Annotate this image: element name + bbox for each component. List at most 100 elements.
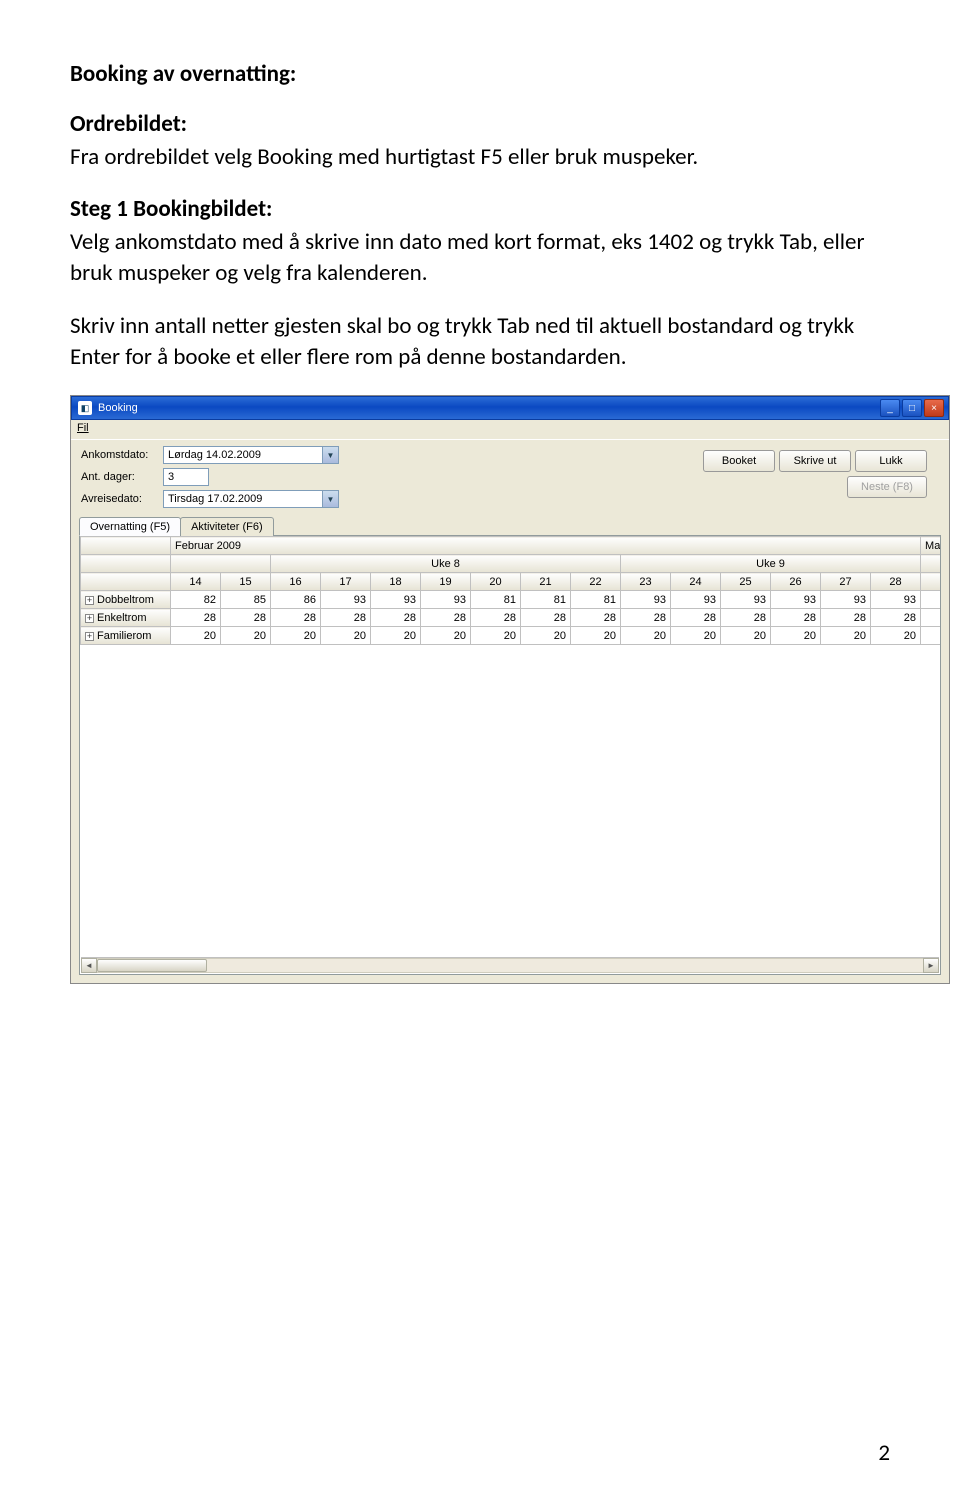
grid-cell[interactable]: 28 <box>221 609 271 627</box>
table-row[interactable]: +Familierom 20 20 20 20 20 20 20 20 20 2… <box>81 627 941 645</box>
grid-edge-day <box>921 573 940 591</box>
grid-day-col[interactable]: 28 <box>871 573 921 591</box>
grid-cell[interactable]: 28 <box>821 609 871 627</box>
grid-cell[interactable]: 28 <box>271 609 321 627</box>
grid-cell[interactable]: 28 <box>671 609 721 627</box>
grid-day-col[interactable]: 18 <box>371 573 421 591</box>
grid-cell[interactable]: 85 <box>221 591 271 609</box>
expand-icon[interactable]: + <box>85 632 94 641</box>
grid-cell[interactable]: 28 <box>521 609 571 627</box>
grid-cell[interactable]: 20 <box>621 627 671 645</box>
expand-icon[interactable]: + <box>85 614 94 623</box>
grid-cell[interactable]: 28 <box>721 609 771 627</box>
grid-cell[interactable]: 20 <box>571 627 621 645</box>
grid-cell[interactable]: 81 <box>521 591 571 609</box>
grid-cell[interactable]: 28 <box>321 609 371 627</box>
expand-icon[interactable]: + <box>85 596 94 605</box>
grid-week-9: Uke 9 <box>621 555 921 573</box>
grid-cell[interactable]: 93 <box>371 591 421 609</box>
avreisedato-input[interactable] <box>163 490 323 508</box>
grid-day-col[interactable]: 15 <box>221 573 271 591</box>
grid-edge-cell <box>921 591 940 609</box>
antdager-input[interactable] <box>163 468 209 486</box>
grid-cell[interactable]: 28 <box>421 609 471 627</box>
grid-cell[interactable]: 93 <box>621 591 671 609</box>
horizontal-scrollbar[interactable]: ◄ ► <box>81 957 939 973</box>
grid-cell[interactable]: 20 <box>221 627 271 645</box>
grid-cell[interactable]: 20 <box>721 627 771 645</box>
grid-cell[interactable]: 28 <box>371 609 421 627</box>
grid-cell[interactable]: 28 <box>871 609 921 627</box>
grid-cell[interactable]: 28 <box>771 609 821 627</box>
grid-day-col[interactable]: 27 <box>821 573 871 591</box>
menu-fil[interactable]: Fil <box>77 422 89 434</box>
grid-cell[interactable]: 20 <box>421 627 471 645</box>
window-titlebar[interactable]: ◧ Booking _ □ × <box>71 396 949 420</box>
grid-cell[interactable]: 86 <box>271 591 321 609</box>
lukk-button[interactable]: Lukk <box>855 450 927 472</box>
scroll-thumb[interactable] <box>97 959 207 972</box>
grid-day-col[interactable]: 22 <box>571 573 621 591</box>
grid-cell[interactable]: 20 <box>771 627 821 645</box>
grid-cell[interactable]: 93 <box>721 591 771 609</box>
skrivut-button[interactable]: Skrive ut <box>779 450 851 472</box>
grid-cell[interactable]: 20 <box>321 627 371 645</box>
table-row[interactable]: ++ DobbeltromDobbeltrom 82 85 86 93 93 9… <box>81 591 941 609</box>
grid-cell[interactable]: 82 <box>171 591 221 609</box>
grid-cell[interactable]: 93 <box>771 591 821 609</box>
scroll-track[interactable] <box>97 958 923 973</box>
row-label-enkeltrom[interactable]: +Enkeltrom <box>81 609 171 627</box>
grid-day-col[interactable]: 26 <box>771 573 821 591</box>
grid-cell[interactable]: 20 <box>821 627 871 645</box>
grid-day-col[interactable]: 20 <box>471 573 521 591</box>
grid-cell[interactable]: 93 <box>421 591 471 609</box>
grid-cell[interactable]: 20 <box>171 627 221 645</box>
grid-cell[interactable]: 93 <box>321 591 371 609</box>
grid-cell[interactable]: 28 <box>571 609 621 627</box>
grid-days-corner <box>81 573 171 591</box>
heading-steg1: Steg 1 Bookingbildet: <box>70 195 890 223</box>
grid-cell[interactable]: 93 <box>671 591 721 609</box>
scroll-left-button[interactable]: ◄ <box>81 958 97 973</box>
close-button[interactable]: × <box>924 399 944 417</box>
grid-cell[interactable]: 20 <box>871 627 921 645</box>
grid-day-col[interactable]: 17 <box>321 573 371 591</box>
grid-cell[interactable]: 28 <box>471 609 521 627</box>
grid-cell[interactable]: 20 <box>521 627 571 645</box>
grid-day-col[interactable]: 19 <box>421 573 471 591</box>
grid-cell[interactable]: 93 <box>871 591 921 609</box>
grid-day-col[interactable]: 23 <box>621 573 671 591</box>
grid-cell[interactable]: 81 <box>471 591 521 609</box>
grid-edge-cell <box>921 609 940 627</box>
menu-bar[interactable]: Fil <box>71 420 949 440</box>
grid-day-col[interactable]: 21 <box>521 573 571 591</box>
minimize-button[interactable]: _ <box>880 399 900 417</box>
grid-cell[interactable]: 28 <box>621 609 671 627</box>
table-row[interactable]: +Enkeltrom 28 28 28 28 28 28 28 28 28 28… <box>81 609 941 627</box>
grid-cell[interactable]: 81 <box>571 591 621 609</box>
booket-button[interactable]: Booket <box>703 450 775 472</box>
window-app-icon: ◧ <box>78 401 92 415</box>
tab-overnatting[interactable]: Overnatting (F5) <box>79 517 181 536</box>
grid-pre-week <box>171 555 271 573</box>
grid-day-col[interactable]: 14 <box>171 573 221 591</box>
grid-cell[interactable]: 20 <box>671 627 721 645</box>
grid-day-col[interactable]: 24 <box>671 573 721 591</box>
avreisedato-dropdown-button[interactable]: ▼ <box>323 490 339 508</box>
maximize-button[interactable]: □ <box>902 399 922 417</box>
row-label-dobbeltrom[interactable]: ++ DobbeltromDobbeltrom <box>81 591 171 609</box>
grid-day-col[interactable]: 25 <box>721 573 771 591</box>
grid-cell[interactable]: 20 <box>371 627 421 645</box>
neste-button[interactable]: Neste (F8) <box>847 476 927 498</box>
scroll-right-button[interactable]: ► <box>923 958 939 973</box>
grid-cell[interactable]: 20 <box>271 627 321 645</box>
grid-cell[interactable]: 20 <box>471 627 521 645</box>
grid-cell[interactable]: 93 <box>821 591 871 609</box>
row-label-familierom[interactable]: +Familierom <box>81 627 171 645</box>
ankomstdato-dropdown-button[interactable]: ▼ <box>323 446 339 464</box>
grid-day-col[interactable]: 16 <box>271 573 321 591</box>
ankomstdato-input[interactable] <box>163 446 323 464</box>
chevron-down-icon: ▼ <box>327 451 335 460</box>
grid-cell[interactable]: 28 <box>171 609 221 627</box>
tab-aktiviteter[interactable]: Aktiviteter (F6) <box>180 517 274 536</box>
